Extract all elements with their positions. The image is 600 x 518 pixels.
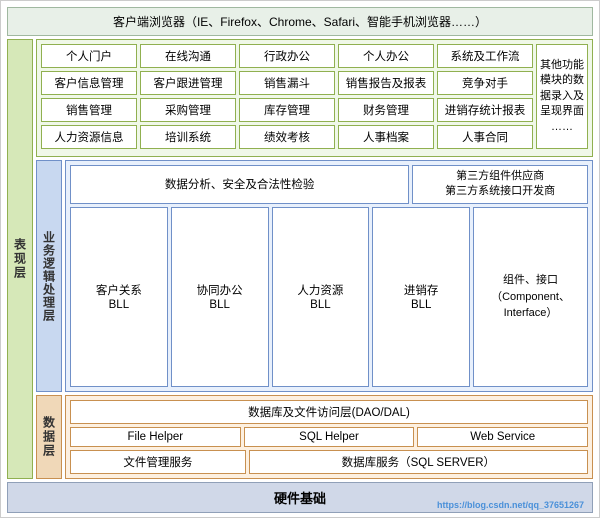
cell-inventory-mgmt: 库存管理 xyxy=(239,98,335,122)
cell-finance-mgmt: 财务管理 xyxy=(338,98,434,122)
cell-customer-info: 客户信息管理 xyxy=(41,71,137,95)
cell-admin-office: 行政办公 xyxy=(239,44,335,68)
cell-component-interface: 组件、接口 （Component、Interface） xyxy=(473,207,588,387)
cell-sys-workflow: 系统及工作流 xyxy=(437,44,533,68)
yewu-label: 业务逻辑处理层 xyxy=(41,231,58,322)
cell-crm-bll: 客户关系BLL xyxy=(70,207,168,387)
cell-inventory-stats: 进销存统计报表 xyxy=(437,98,533,122)
shuju-label: 数据层 xyxy=(41,416,58,458)
yewu-content: 数据分析、安全及合法性检验 第三方组件供应商 第三方系统接口开发商 客户关系BL… xyxy=(65,160,593,392)
browser-bar: 客户端浏览器（IE、Firefox、Chrome、Safari、智能手机浏览器…… xyxy=(7,7,593,36)
cell-sql-helper: SQL Helper xyxy=(244,427,415,447)
cell-dao-dal: 数据库及文件访问层(DAO/DAL) xyxy=(70,400,588,424)
cell-third-party: 第三方组件供应商 第三方系统接口开发商 xyxy=(412,165,588,204)
shuju-section: 数据层 数据库及文件访问层(DAO/DAL) File Helper SQL H… xyxy=(36,395,593,479)
main-container: 客户端浏览器（IE、Firefox、Chrome、Safari、智能手机浏览器…… xyxy=(0,0,600,518)
cell-file-service: 文件管理服务 xyxy=(70,450,246,474)
watermark: https://blog.csdn.net/qq_37651267 xyxy=(437,500,584,510)
cell-hr-info: 人力资源信息 xyxy=(41,125,137,149)
biaoxian-label: 表现层 xyxy=(12,238,29,280)
cell-hr-file: 人事档案 xyxy=(338,125,434,149)
cell-web-service: Web Service xyxy=(417,427,588,447)
cell-personal-office: 个人办公 xyxy=(338,44,434,68)
cell-sales-report: 销售报告及报表 xyxy=(338,71,434,95)
shuju-content: 数据库及文件访问层(DAO/DAL) File Helper SQL Helpe… xyxy=(65,395,593,479)
cell-inventory-bll: 进销存BLL xyxy=(372,207,470,387)
cell-hr-bll: 人力资源BLL xyxy=(272,207,370,387)
cell-db-service: 数据库服务（SQL SERVER） xyxy=(249,450,588,474)
cell-sales-funnel: 销售漏斗 xyxy=(239,71,335,95)
hardware-bar: 硬件基础 https://blog.csdn.net/qq_37651267 xyxy=(7,482,593,513)
cell-online-comm: 在线沟通 xyxy=(140,44,236,68)
shuju-label-box: 数据层 xyxy=(36,395,62,479)
cell-other-functions: 其他功能模块的数据录入及呈现界面…… xyxy=(536,44,588,149)
biaoxian-content: 个人门户 在线沟通 行政办公 个人办公 系统及工作流 客户信息管理 客户跟进管理… xyxy=(36,39,593,157)
cell-data-analysis: 数据分析、安全及合法性检验 xyxy=(70,165,409,204)
cell-hr-contract: 人事合同 xyxy=(437,125,533,149)
cell-training: 培训系统 xyxy=(140,125,236,149)
cell-collab-bll: 协同办公BLL xyxy=(171,207,269,387)
cell-customer-follow: 客户跟进管理 xyxy=(140,71,236,95)
yewu-label-box: 业务逻辑处理层 xyxy=(36,160,62,392)
cell-purchase-mgmt: 采购管理 xyxy=(140,98,236,122)
cell-performance: 绩效考核 xyxy=(239,125,335,149)
cell-geren-portal: 个人门户 xyxy=(41,44,137,68)
cell-competitor: 竞争对手 xyxy=(437,71,533,95)
hardware-label: 硬件基础 xyxy=(274,491,326,506)
cell-sales-mgmt: 销售管理 xyxy=(41,98,137,122)
cell-file-helper: File Helper xyxy=(70,427,241,447)
